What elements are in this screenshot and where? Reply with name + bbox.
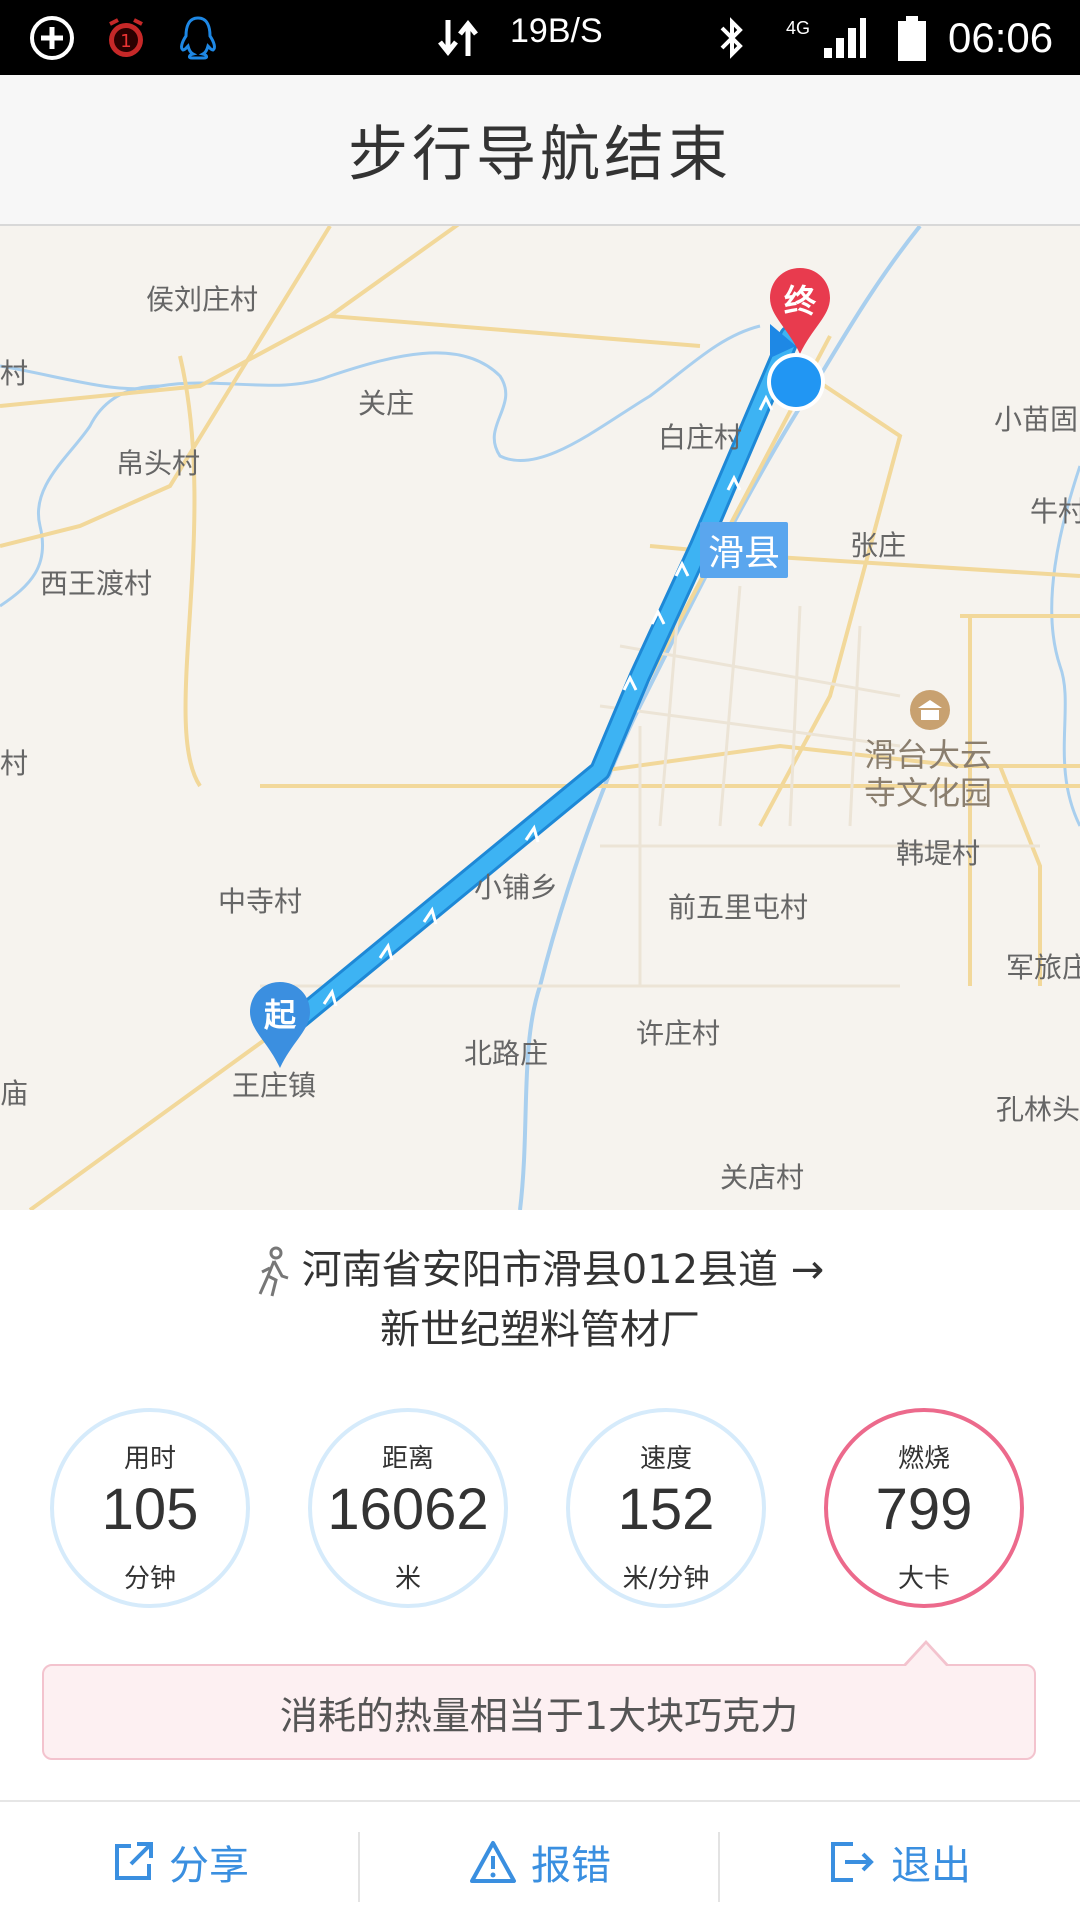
battery-icon: [898, 16, 926, 61]
landmark-icon: [910, 690, 950, 730]
map-label: 韩堤村: [896, 837, 981, 870]
route-summary: 河南省安阳市滑县012县道 → 新世纪塑料管材厂: [0, 1240, 1080, 1360]
exit-button[interactable]: 退出: [720, 1802, 1080, 1922]
action-bar: 分享 报错 退出: [0, 1800, 1080, 1922]
map-label: 小苗固: [994, 403, 1079, 436]
map-label: 小铺乡: [474, 871, 559, 904]
stat-label: 用时: [123, 1444, 176, 1474]
map-label: 牛村: [1030, 495, 1080, 528]
map-label: 关店村: [720, 1161, 805, 1194]
walking-icon: [258, 1246, 289, 1297]
stat-unit: 米: [394, 1564, 421, 1594]
map-label: 庙: [0, 1077, 29, 1110]
bluetooth-icon: [720, 17, 743, 59]
report-error-button[interactable]: 报错: [360, 1802, 720, 1922]
city-badge: 滑县: [700, 522, 789, 578]
calorie-tip-text: 消耗的热量相当于1大块巧克力: [279, 1693, 799, 1738]
map-label: 滑台大云: [864, 736, 993, 774]
map-label: 许庄村: [636, 1017, 721, 1050]
report-error-label: 报错: [531, 1843, 611, 1889]
stat-value: 152: [617, 1477, 715, 1542]
map-label: 西王渡村: [40, 567, 153, 600]
map-label: 军旅庄: [1006, 951, 1080, 984]
map-label: 村: [0, 357, 29, 390]
start-marker[interactable]: 起: [248, 980, 312, 1070]
map-label: 白庄村: [658, 421, 743, 454]
current-location-icon: [767, 353, 825, 411]
map-label: 寺文化园: [864, 774, 993, 812]
stat-label: 速度: [639, 1444, 692, 1474]
map-label: 村: [0, 747, 29, 780]
map-label: 孔林头: [996, 1093, 1080, 1126]
route-destination: 新世纪塑料管材厂: [380, 1307, 700, 1353]
warning-icon: [470, 1841, 516, 1883]
share-button[interactable]: 分享: [0, 1802, 360, 1922]
map-label: 中寺村: [218, 885, 303, 918]
add-circle-icon: [30, 16, 74, 60]
clock: 06:06: [948, 14, 1054, 61]
signal-icon: 4G: [786, 18, 866, 58]
stat-speed: 速度 152 米/分钟: [566, 1408, 766, 1608]
stat-label: 距离: [381, 1444, 434, 1474]
share-icon: [115, 1842, 153, 1880]
route-map[interactable]: 侯刘庄村 村 关庄 帛头村 白庄村 小苗固 牛村 西王渡村 张庄 滑台大云 寺文…: [0, 226, 1080, 1210]
stat-duration: 用时 105 分钟: [50, 1408, 250, 1608]
tip-pointer-fill: [905, 1644, 947, 1667]
alarm-badge-icon: 1: [109, 18, 143, 57]
stat-distance: 距离 16062 米: [308, 1408, 508, 1608]
map-label: 北路庄: [464, 1037, 549, 1070]
map-label: 张庄: [850, 529, 907, 562]
page-title: 步行导航结束: [348, 120, 732, 190]
stat-unit: 大卡: [897, 1564, 950, 1594]
map-label: 侯刘庄村: [146, 283, 259, 316]
stat-calories: 燃烧 799 大卡: [824, 1408, 1024, 1608]
end-marker[interactable]: 终: [768, 266, 832, 356]
qq-penguin-icon: [180, 16, 216, 60]
page-header: 步行导航结束: [0, 75, 1080, 226]
svg-text:4G: 4G: [786, 18, 810, 38]
map-label: 前五里屯村: [668, 891, 809, 924]
stat-value: 105: [101, 1477, 199, 1542]
map-label: 王庄镇: [232, 1069, 317, 1102]
stat-unit: 米/分钟: [622, 1564, 710, 1594]
status-bar: 1 19B/S 4G 06:06: [0, 0, 1080, 75]
start-pin-label: 起: [263, 996, 296, 1034]
svg-text:1: 1: [120, 31, 131, 52]
route-origin: 河南省安阳市滑县012县道: [301, 1247, 779, 1293]
stat-value: 16062: [327, 1477, 489, 1542]
map-label: 关庄: [358, 387, 415, 420]
map-label: 帛头村: [116, 447, 201, 480]
network-speed: 19B/S: [510, 12, 603, 50]
data-transfer-icon: [438, 19, 478, 57]
calorie-tip: 消耗的热量相当于1大块巧克力: [42, 1664, 1036, 1760]
stat-unit: 分钟: [123, 1564, 176, 1594]
route-arrow: →: [790, 1247, 825, 1293]
exit-label: 退出: [891, 1843, 971, 1889]
end-pin-label: 终: [783, 282, 816, 320]
share-label: 分享: [169, 1843, 249, 1889]
stat-value: 799: [875, 1477, 973, 1542]
exit-icon: [831, 1842, 874, 1882]
stat-label: 燃烧: [897, 1444, 950, 1474]
